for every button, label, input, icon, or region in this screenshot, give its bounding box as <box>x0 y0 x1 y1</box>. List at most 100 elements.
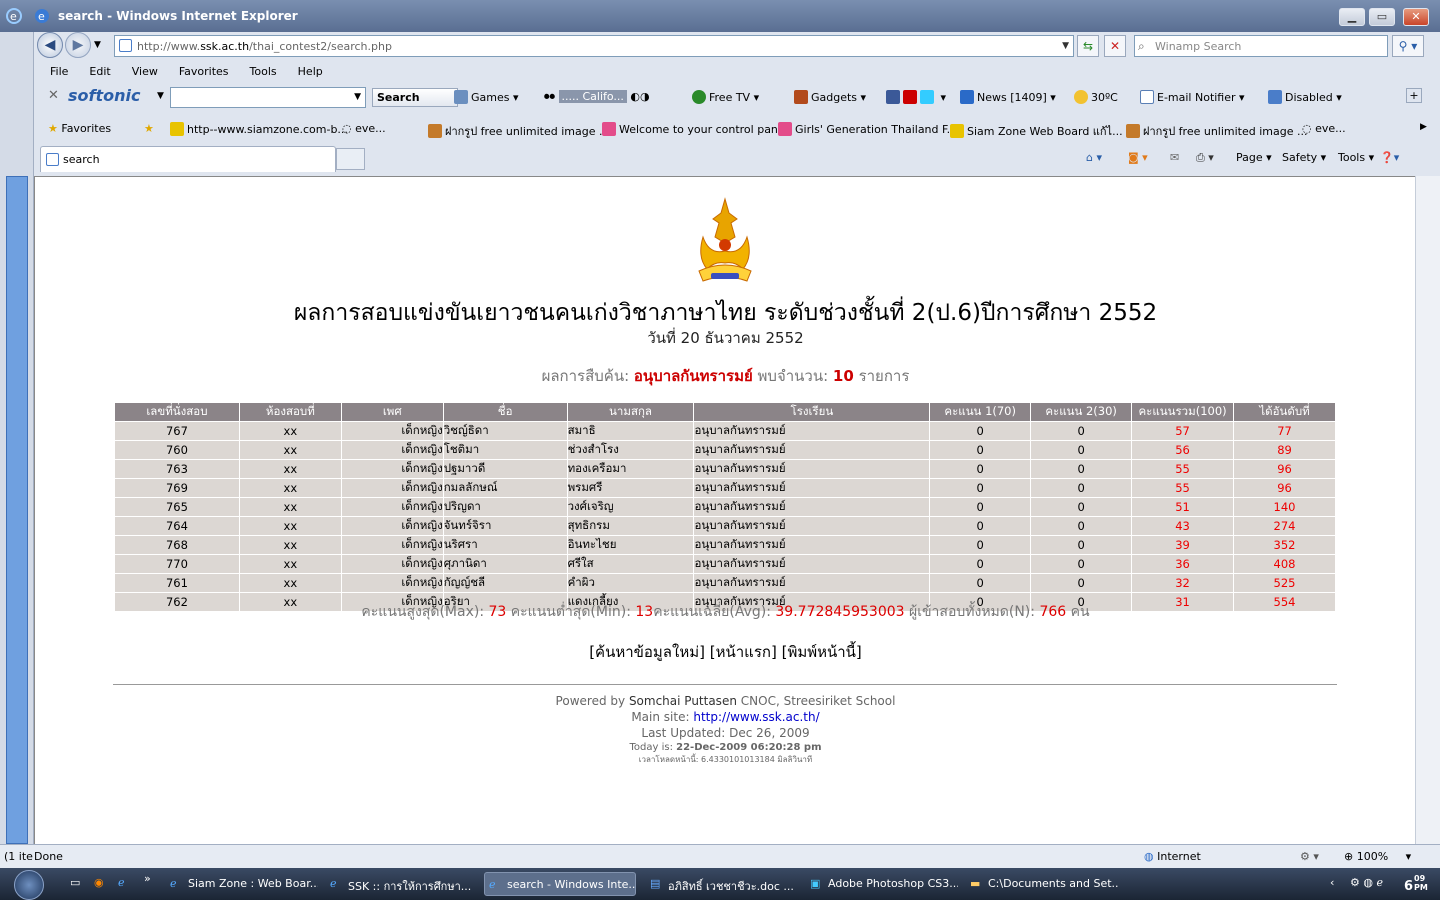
taskbar-item[interactable]: ℯ Siam Zone : Web Boar... <box>166 872 318 896</box>
cell-rank: 140 <box>1233 497 1336 517</box>
safety-menu[interactable]: Safety ▾ <box>1282 151 1326 164</box>
firefox-icon[interactable]: ◉ <box>94 876 104 889</box>
stop-icon[interactable]: ✕ <box>1104 35 1126 57</box>
email-notifier-button[interactable]: E-mail Notifier ▾ <box>1140 90 1245 104</box>
table-row: 760 xx เด็กหญิง โชติมา ช่วงสำโรง อนุบาลกันทรา… <box>114 440 1336 460</box>
tab-search[interactable]: search <box>40 146 336 172</box>
menu-view[interactable]: View <box>132 65 158 78</box>
star-icon: ★ <box>48 122 58 135</box>
background-window-panel <box>6 176 28 844</box>
cell-rank: 96 <box>1233 478 1336 498</box>
minimize-button[interactable]: ▁ <box>1339 8 1365 26</box>
taskbar-item[interactable]: ▣ Adobe Photoshop CS3... <box>806 872 958 896</box>
gadgets-button[interactable]: Gadgets ▾ <box>794 90 866 104</box>
page-menu[interactable]: Page ▾ <box>1236 151 1272 164</box>
cell-score1: 0 <box>929 535 1032 555</box>
address-bar[interactable]: http://www.ssk.ac.th/thai_contest2/searc… <box>114 35 1074 57</box>
social-icons[interactable]: ▾ <box>886 90 946 104</box>
forward-button[interactable]: ▶ <box>65 32 91 58</box>
print-link[interactable]: [พิมพ์หน้านี้] <box>782 643 862 661</box>
ie-quicklaunch-icon[interactable]: ℯ <box>118 876 125 889</box>
print-icon[interactable]: ⎙ ▾ <box>1196 151 1214 165</box>
cell-seat: 763 <box>114 459 240 479</box>
cell-last-name: คำผิว <box>566 573 695 593</box>
disabled-button[interactable]: Disabled ▾ <box>1268 90 1342 104</box>
tools-menu[interactable]: Tools ▾ <box>1338 151 1374 164</box>
col-seat: เลขที่นั่งสอบ <box>114 402 240 422</box>
softonic-dropdown-icon[interactable]: ▼ <box>157 91 164 101</box>
show-desktop-icon[interactable]: ▭ <box>70 876 80 889</box>
help-icon[interactable]: ❓▾ <box>1380 151 1399 164</box>
news-button[interactable]: News [1409] ▾ <box>960 90 1056 104</box>
media-player[interactable]: ⏺⏺ ..... Califo... ◐◑ <box>544 90 650 104</box>
cell-school: อนุบาลกันทรารมย์ <box>693 535 931 555</box>
cell-gender: เด็กหญิง <box>340 497 444 517</box>
taskbar-item-active[interactable]: ℯ search - Windows Inte... <box>484 872 636 896</box>
zone-indicator[interactable]: ◍ Internet <box>1144 850 1201 863</box>
free-tv-button[interactable]: Free TV ▾ <box>692 90 759 104</box>
search-input[interactable]: ⌕ Winamp Search <box>1134 35 1388 57</box>
favorite-link[interactable]: ◌ eve... <box>342 122 386 135</box>
favorite-link[interactable]: ฝากรูป free unlimited image ... <box>428 122 610 140</box>
start-button[interactable] <box>14 870 44 900</box>
cell-rank: 274 <box>1233 516 1336 536</box>
cell-score1: 0 <box>929 421 1032 441</box>
address-dropdown-icon[interactable]: ▼ <box>1062 41 1069 51</box>
protected-mode-icon[interactable]: ⚙ ▾ <box>1300 850 1319 863</box>
taskbar-item[interactable]: ▬ C:\Documents and Set... <box>966 872 1118 896</box>
menu-favorites[interactable]: Favorites <box>179 65 229 78</box>
weather-button[interactable]: 30ºC <box>1074 90 1118 104</box>
menu-edit[interactable]: Edit <box>89 65 110 78</box>
games-button[interactable]: Games ▾ <box>454 90 519 104</box>
favorite-link[interactable]: Girls' Generation Thailand F... <box>778 122 957 136</box>
toolbar-search-button[interactable]: Search <box>372 88 458 107</box>
play-controls-icon[interactable]: ⏺⏺ <box>544 90 555 103</box>
favorite-link[interactable]: http--www.siamzone.com-b... <box>170 122 348 136</box>
taskbar-item[interactable]: ▤ อภิสิทธิ์ เวชชาชีวะ.doc ... <box>646 872 798 896</box>
new-search-link[interactable]: [ค้นหาข้อมูลใหม่] <box>589 643 705 661</box>
toolbar-search-input[interactable]: ▼ <box>170 87 366 108</box>
ie-icon <box>46 153 59 166</box>
softonic-logo[interactable]: softonic <box>68 86 140 105</box>
quicklaunch-overflow-icon[interactable]: » <box>144 872 151 885</box>
result-school: อนุบาลกันทรารมย์ <box>633 367 753 385</box>
games-icon <box>454 90 468 104</box>
back-button[interactable]: ◀ <box>37 32 63 58</box>
search-go-icon[interactable]: ⚲ ▾ <box>1392 35 1424 57</box>
vertical-scrollbar[interactable] <box>1415 176 1440 844</box>
refresh-icon[interactable]: ⇆ <box>1077 35 1099 57</box>
favorite-link[interactable]: Siam Zone Web Board แก้ไ... <box>950 122 1123 140</box>
new-tab-button[interactable] <box>336 148 365 170</box>
taskbar-item[interactable]: ℯ SSK :: การให้การศึกษา... <box>326 872 478 896</box>
menu-tools[interactable]: Tools <box>250 65 277 78</box>
cell-total: 36 <box>1131 554 1235 574</box>
menu-help[interactable]: Help <box>298 65 323 78</box>
tray-expand-icon[interactable]: ‹ <box>1330 876 1334 889</box>
favorites-overflow-icon[interactable]: ▶ <box>1420 122 1427 132</box>
mail-icon[interactable]: ✉ <box>1170 151 1179 164</box>
cell-last-name: ทองเครือมา <box>566 459 695 479</box>
cell-room: xx <box>238 516 342 536</box>
favorite-link[interactable]: ◌ eve... <box>1302 122 1346 135</box>
author-link[interactable]: Somchai Puttasen <box>629 694 737 708</box>
menu-file[interactable]: File <box>50 65 68 78</box>
favorites-button[interactable]: ★ Favorites <box>48 122 111 135</box>
title-bar: e e search - Windows Internet Explorer ▁… <box>0 0 1440 32</box>
cell-room: xx <box>238 459 342 479</box>
maximize-button[interactable]: ▭ <box>1369 8 1395 26</box>
main-site-link[interactable]: http://www.ssk.ac.th/ <box>693 710 819 724</box>
favorite-link[interactable]: ฝากรูป free unlimited image ... <box>1126 122 1308 140</box>
add-button[interactable]: + <box>1406 88 1422 103</box>
close-toolbar-icon[interactable]: ✕ <box>48 88 59 103</box>
search-provider-icon: ⌕ <box>1138 39 1145 53</box>
favorite-link[interactable]: Welcome to your control panel <box>602 122 788 136</box>
home-link[interactable]: [หน้าแรก] <box>710 643 777 661</box>
zoom-control[interactable]: ⊕ 100% ▾ <box>1344 850 1411 863</box>
add-favorite-icon[interactable]: ★ <box>144 122 154 135</box>
feeds-icon[interactable]: ◙ ▾ <box>1128 151 1148 164</box>
history-dropdown-icon[interactable]: ▼ <box>94 40 101 50</box>
softonic-toolbar: ✕ softonic ▼ ▼ Search Games ▾ ⏺⏺ ..... C… <box>36 86 1440 110</box>
tray-icons[interactable]: ⚙ ◍ ℯ <box>1350 876 1383 889</box>
home-icon[interactable]: ⌂ ▾ <box>1086 151 1102 164</box>
close-button[interactable]: ✕ <box>1403 8 1429 26</box>
